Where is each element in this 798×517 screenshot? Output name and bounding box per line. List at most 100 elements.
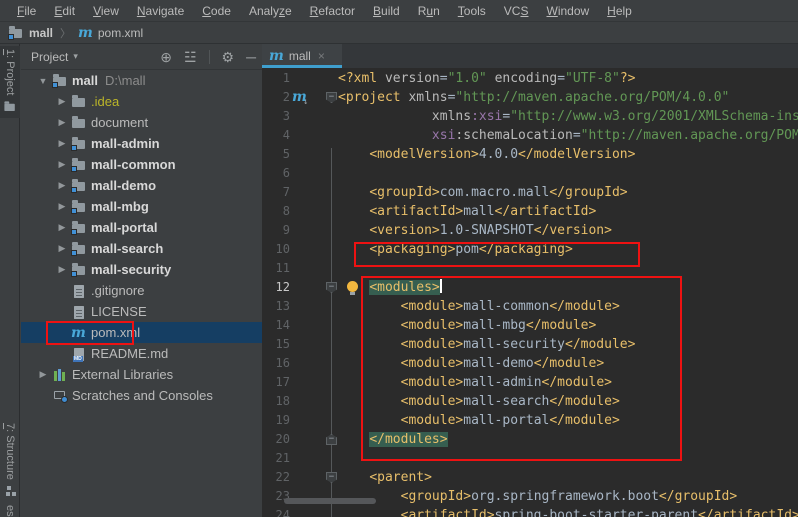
code-line-4[interactable]: 4 xsi:schemaLocation="http://maven.apach… <box>262 126 798 145</box>
horizontal-scrollbar-thumb[interactable] <box>284 498 376 504</box>
code-line-6[interactable]: 6 <box>262 164 798 183</box>
expanded-arrow-icon[interactable]: ▼ <box>38 76 48 86</box>
line-number: 12 <box>275 280 290 294</box>
tree-item-readme-md[interactable]: MD README.md <box>21 343 262 364</box>
project-panel-title[interactable]: Project <box>31 50 68 64</box>
code-line-19[interactable]: 19 <module>mall-portal</module> <box>262 411 798 430</box>
menu-refactor[interactable]: Refactor <box>301 0 364 22</box>
line-number: 14 <box>275 318 290 332</box>
code-token: <packaging> <box>369 242 456 257</box>
tree-item--gitignore[interactable]: .gitignore <box>21 280 262 301</box>
collapsed-arrow-icon[interactable]: ▶ <box>57 117 67 128</box>
menu-run[interactable]: Run <box>409 0 449 22</box>
toolwindow-button-partial[interactable]: es <box>0 502 20 517</box>
menu-build[interactable]: Build <box>364 0 409 22</box>
code-editor[interactable]: 1 <?xml version="1.0" encoding="UTF-8"?> 2… <box>262 68 798 517</box>
collapsed-arrow-icon[interactable]: ▶ <box>57 222 67 233</box>
code-line-24[interactable]: 24 <artifactId>spring-boot-starter-paren… <box>262 506 798 517</box>
collapsed-arrow-icon[interactable]: ▶ <box>57 159 67 170</box>
tree-item-mall-demo[interactable]: ▶ mall-demo <box>21 175 262 196</box>
menu-vcs[interactable]: VCS <box>495 0 538 22</box>
tree-item-mall-search[interactable]: ▶ mall-search <box>21 238 262 259</box>
tree-item-mall-portal[interactable]: ▶ mall-portal <box>21 217 262 238</box>
project-panel-toolbar: ⊕ ☳ ⚙ ─ <box>160 49 256 64</box>
code-line-14[interactable]: 14 <module>mall-mbg</module> <box>262 316 798 335</box>
menu-view[interactable]: View <box>84 0 128 22</box>
maven-download-icon[interactable]: m ↓ <box>292 89 310 107</box>
chevron-down-icon[interactable]: ▾ <box>73 51 78 62</box>
tree-item-mall[interactable]: ▼ mall D:\mall <box>21 70 262 91</box>
code-line-12[interactable]: 12 − <modules> <box>262 278 798 297</box>
tree-item-mall-security[interactable]: ▶ mall-security <box>21 259 262 280</box>
hide-icon[interactable]: ─ <box>246 50 256 64</box>
collapsed-arrow-icon[interactable]: ▶ <box>57 180 67 191</box>
locate-icon[interactable]: ⊕ <box>160 50 172 64</box>
code-token: </artifactId> <box>494 204 597 219</box>
code-token: <version> <box>369 223 440 238</box>
tree-item--idea[interactable]: ▶ .idea <box>21 91 262 112</box>
menu-code[interactable]: Code <box>193 0 240 22</box>
code-line-21[interactable]: 21 <box>262 449 798 468</box>
code-line-5[interactable]: 5 <modelVersion>4.0.0</modelVersion> <box>262 145 798 164</box>
breadcrumb-file[interactable]: pom.xml <box>98 26 143 40</box>
collapsed-arrow-icon[interactable]: ▶ <box>57 96 67 107</box>
line-number: 1 <box>282 71 290 85</box>
tree-item-external-libraries[interactable]: ▶ External Libraries <box>21 364 262 385</box>
breadcrumb: mall 〉 m pom.xml <box>0 22 798 44</box>
menu-window[interactable]: Window <box>537 0 598 22</box>
collapsed-arrow-icon[interactable]: ▶ <box>57 201 67 212</box>
code-line-1[interactable]: 1 <?xml version="1.0" encoding="UTF-8"?> <box>262 69 798 88</box>
close-icon[interactable]: × <box>318 49 325 63</box>
tree-item-mall-admin[interactable]: ▶ mall-admin <box>21 133 262 154</box>
menu-navigate[interactable]: Navigate <box>128 0 193 22</box>
menu-tools[interactable]: Tools <box>449 0 495 22</box>
code-token: mall <box>463 204 495 219</box>
code-line-15[interactable]: 15 <module>mall-security</module> <box>262 335 798 354</box>
code-line-3[interactable]: 3 xmlns:xsi="http://www.w3.org/2001/XMLS… <box>262 107 798 126</box>
code-line-11[interactable]: 11 <box>262 259 798 278</box>
fold-marker-icon[interactable]: − <box>326 434 337 445</box>
code-line-2[interactable]: 2− m ↓ <project xmlns="http://maven.apache.… <box>262 88 798 107</box>
editor-tab-mall[interactable]: m mall × <box>262 44 342 68</box>
tree-item-mall-mbg[interactable]: ▶ mall-mbg <box>21 196 262 217</box>
toolwindow-button-structure[interactable]: 7: Structure <box>0 420 20 503</box>
tree-item-license[interactable]: LICENSE <box>21 301 262 322</box>
tree-item-scratches-and-consoles[interactable]: Scratches and Consoles <box>21 385 262 406</box>
collapsed-arrow-icon[interactable]: ▶ <box>57 264 67 275</box>
menu-analyze[interactable]: Analyze <box>240 0 301 22</box>
code-line-8[interactable]: 8 <artifactId>mall</artifactId> <box>262 202 798 221</box>
code-token: xmlns <box>408 90 448 105</box>
menu-file[interactable]: File <box>8 0 45 22</box>
fold-marker-icon[interactable]: − <box>326 472 337 483</box>
fold-marker-icon[interactable]: − <box>326 92 337 103</box>
code-line-16[interactable]: 16 <module>mall-demo</module> <box>262 354 798 373</box>
breadcrumb-project[interactable]: mall <box>29 26 53 40</box>
line-number: 6 <box>282 166 290 180</box>
menu-edit[interactable]: Edit <box>45 0 84 22</box>
code-line-7[interactable]: 7 <groupId>com.macro.mall</groupId> <box>262 183 798 202</box>
intention-bulb-icon[interactable] <box>347 281 358 295</box>
code-line-20[interactable]: 20 − </modules> <box>262 430 798 449</box>
code-token: <artifactId> <box>400 508 495 517</box>
fold-marker-icon[interactable]: − <box>326 282 337 293</box>
collapsed-arrow-icon[interactable]: ▶ <box>57 243 67 254</box>
collapsed-arrow-icon[interactable]: ▶ <box>38 369 48 380</box>
toolwindow-button-project[interactable]: 1: Project <box>0 46 20 119</box>
menu-help[interactable]: Help <box>598 0 641 22</box>
code-line-13[interactable]: 13 <module>mall-common</module> <box>262 297 798 316</box>
tree-item-document[interactable]: ▶ document <box>21 112 262 133</box>
tree-item-mall-common[interactable]: ▶ mall-common <box>21 154 262 175</box>
code-line-22[interactable]: 22 − <parent> <box>262 468 798 487</box>
collapsed-arrow-icon[interactable]: ▶ <box>57 138 67 149</box>
code-line-9[interactable]: 9 <version>1.0-SNAPSHOT</version> <box>262 221 798 240</box>
line-number: 8 <box>282 204 290 218</box>
code-line-10[interactable]: 10 <packaging>pom</packaging> <box>262 240 798 259</box>
code-line-18[interactable]: 18 <module>mall-search</module> <box>262 392 798 411</box>
code-token: </version> <box>533 223 612 238</box>
code-line-17[interactable]: 17 <module>mall-admin</module> <box>262 373 798 392</box>
editor-area[interactable]: m mall × 1 <?xml version="1.0" encoding="… <box>262 44 798 517</box>
collapse-all-icon[interactable]: ☳ <box>184 50 197 64</box>
settings-icon[interactable]: ⚙ <box>222 50 235 64</box>
tree-item-pom-xml[interactable]: m pom.xml <box>21 322 262 343</box>
